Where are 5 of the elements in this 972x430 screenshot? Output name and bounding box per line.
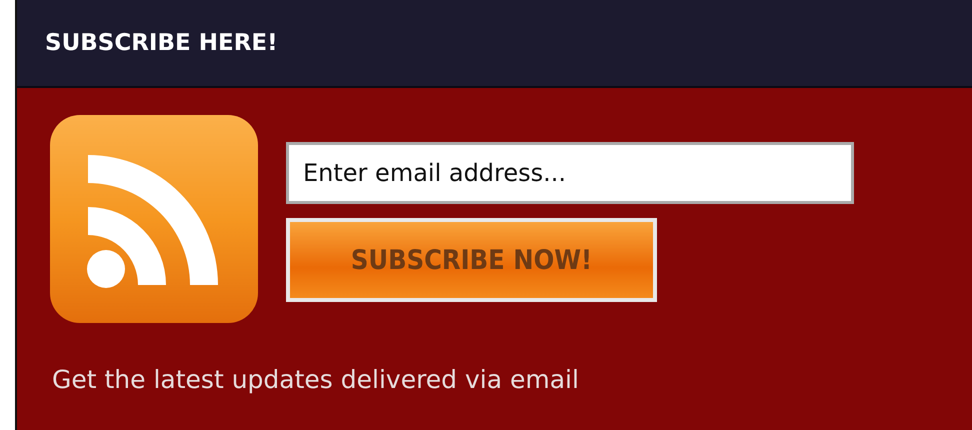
widget-title: SUBSCRIBE HERE! [45, 30, 278, 56]
subscribe-button[interactable]: SUBSCRIBE NOW! [286, 218, 657, 302]
rss-feed-icon [50, 115, 258, 323]
email-input-field[interactable]: Enter email address... [286, 142, 854, 204]
footer-text: Get the latest updates delivered via email [52, 365, 580, 394]
